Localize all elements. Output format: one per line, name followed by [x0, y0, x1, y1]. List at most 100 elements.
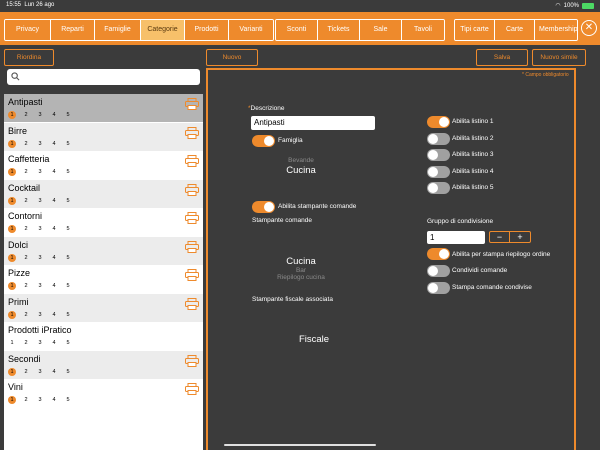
listino-indicator: 1: [8, 367, 16, 376]
status-bar: 15:55 Lun 26 ago ◠ 100%: [0, 0, 600, 12]
tab-tickets[interactable]: Tickets: [318, 20, 360, 40]
category-name: Birre: [8, 125, 28, 136]
category-row[interactable]: Prodotti iPratico 1 2 3 4 5: [4, 322, 203, 350]
listino-indicator: 3: [38, 283, 42, 289]
listino-indicator: 4: [52, 283, 56, 289]
close-icon[interactable]: ✕: [581, 20, 597, 36]
listino-indicators: 1 2 3 4 5: [8, 396, 72, 404]
listino-indicator: 5: [66, 254, 70, 261]
printer-enable-toggle[interactable]: [252, 201, 275, 213]
tab-privacy[interactable]: Privacy: [5, 20, 51, 40]
category-row[interactable]: Vini 1 2 3 4 5: [4, 379, 203, 407]
category-row[interactable]: Antipasti 1 2 3 4 5: [4, 94, 203, 122]
tab-group-2: Sconti Tickets Sale Tavoli: [275, 19, 445, 41]
printer-icon: [185, 183, 199, 196]
tab-reparti[interactable]: Reparti: [51, 20, 95, 40]
tab-carte[interactable]: Carte: [495, 20, 535, 40]
listino-2-toggle[interactable]: [427, 133, 450, 145]
family-picker[interactable]: Bevande Cucina: [252, 157, 350, 176]
listino-3-toggle[interactable]: [427, 149, 450, 161]
group-label: Gruppo di condivisione: [427, 218, 494, 225]
category-row[interactable]: Contorni 1 2 3 4 5: [4, 208, 203, 236]
category-name: Vini: [8, 382, 23, 392]
tab-tavoli[interactable]: Tavoli: [402, 20, 444, 40]
listino-indicator: 1: [8, 310, 16, 319]
category-row[interactable]: Cocktail 1 2 3 4 5: [4, 179, 203, 208]
tab-varianti[interactable]: Varianti: [229, 20, 273, 40]
scrollbar[interactable]: [224, 444, 376, 446]
category-row[interactable]: Birre 1 2 3 4 5: [4, 122, 203, 151]
listino-3-label: Abilita listino 3: [452, 151, 494, 158]
category-row[interactable]: Secondi 1 2 3 4 5: [4, 350, 203, 379]
listino-indicator: 2: [24, 397, 28, 403]
category-name: Prodotti iPratico: [8, 325, 72, 335]
listino-5-toggle[interactable]: [427, 182, 450, 194]
listino-indicator: 2: [24, 311, 28, 318]
category-name: Secondi: [8, 353, 41, 364]
search-icon: [11, 72, 20, 81]
search-input[interactable]: [7, 69, 200, 85]
summary-print-label: Abilita per stampa riepilogo ordine: [452, 251, 551, 258]
new-button[interactable]: Nuovo: [206, 49, 258, 66]
status-time: 15:55 Lun 26 ago: [6, 2, 54, 8]
save-button[interactable]: Salva: [476, 49, 528, 66]
tab-tipi-carte[interactable]: Tipi carte: [455, 20, 495, 40]
family-toggle[interactable]: [252, 135, 275, 147]
category-row[interactable]: Primi 1 2 3 4 5: [4, 293, 203, 322]
listino-indicator: 5: [66, 397, 70, 403]
tab-famiglie[interactable]: Famiglie: [95, 20, 141, 40]
listino-4-toggle[interactable]: [427, 166, 450, 178]
share-orders-toggle[interactable]: [427, 265, 450, 277]
listino-indicator: 5: [66, 283, 70, 289]
listino-4-label: Abilita listino 4: [452, 168, 494, 175]
tab-membership[interactable]: Membership: [535, 20, 577, 40]
reorder-button[interactable]: Riordina: [4, 49, 54, 66]
printer-picker[interactable]: Cucina Bar Riepilogo cucina: [252, 256, 350, 281]
new-similar-button[interactable]: Nuovo simile: [532, 49, 586, 66]
listino-indicator: 2: [24, 254, 28, 261]
printer-picker-selected: Cucina: [286, 256, 316, 267]
listino-indicators: 1 2 3 4 5: [8, 310, 72, 319]
tab-sconti[interactable]: Sconti: [276, 20, 318, 40]
category-name: Primi: [8, 296, 29, 307]
tab-prodotti[interactable]: Prodotti: [185, 20, 229, 40]
category-row[interactable]: Caffetteria 1 2 3 4 5: [4, 151, 203, 179]
category-name: Caffetteria: [8, 154, 50, 164]
listino-indicator: 1: [8, 196, 16, 205]
category-row[interactable]: Pizze 1 2 3 4 5: [4, 265, 203, 293]
listino-indicators: 1 2 3 4 5: [8, 168, 72, 176]
battery-icon: [582, 2, 594, 9]
printer-label: Stampante comande: [252, 217, 312, 224]
tab-group-3: Tipi carte Carte Membership: [454, 19, 578, 41]
stepper-minus-button[interactable]: −: [490, 232, 510, 242]
listino-1-toggle[interactable]: [427, 116, 450, 128]
printer-picker-next1: Bar: [295, 267, 307, 274]
tab-categorie[interactable]: Categorie: [141, 20, 185, 40]
listino-indicator: 5: [66, 311, 70, 318]
wifi-icon: ◠: [555, 3, 561, 9]
listino-indicators: 1 2 3 4 5: [8, 282, 72, 290]
category-name: Pizze: [8, 268, 31, 278]
print-shared-toggle[interactable]: [427, 282, 450, 294]
group-field[interactable]: 1: [427, 231, 485, 244]
listino-indicator: 5: [66, 140, 70, 147]
tab-group-1: Privacy Reparti Famiglie Categorie Prodo…: [4, 19, 274, 41]
status-date-text: Lun 26 ago: [24, 2, 55, 8]
listino-indicators: 1 2 3 4 5: [8, 111, 72, 119]
listino-indicator: 2: [24, 197, 28, 204]
fiscal-picker[interactable]: Fiscale: [252, 334, 376, 345]
description-field[interactable]: Antipasti: [251, 116, 375, 130]
tab-sale[interactable]: Sale: [360, 20, 402, 40]
category-row[interactable]: Dolci 1 2 3 4 5: [4, 236, 203, 265]
listino-5-label: Abilita listino 5: [452, 184, 494, 191]
printer-picker-next2: Riepilogo cucina: [277, 274, 325, 281]
listino-indicators: 1 2 3 4 5: [8, 339, 72, 347]
family-picker-prev: Bevande: [288, 157, 314, 164]
listino-indicator: 2: [24, 368, 28, 375]
fiscal-label: Stampante fiscale associata: [252, 296, 333, 303]
stepper-plus-button[interactable]: +: [510, 232, 530, 242]
listino-1-label: Abilita listino 1: [452, 118, 494, 125]
fiscal-picker-selected: Fiscale: [298, 334, 330, 345]
summary-print-toggle[interactable]: [427, 248, 450, 260]
listino-indicator: 4: [52, 169, 56, 175]
